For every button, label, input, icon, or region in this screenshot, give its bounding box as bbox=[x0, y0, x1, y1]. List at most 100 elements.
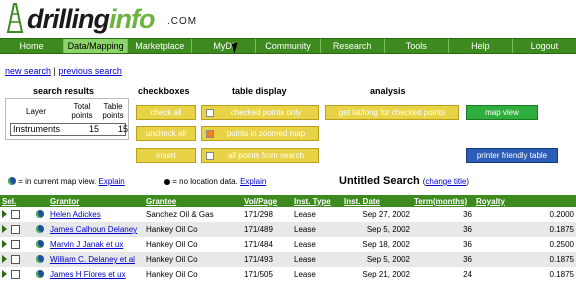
total-points: 15 bbox=[89, 124, 100, 134]
col-term[interactable]: Term(months) bbox=[412, 195, 474, 207]
no-location-dot-icon bbox=[164, 179, 170, 185]
radio-checked-only[interactable] bbox=[206, 109, 214, 117]
volpage-cell: 171/489 bbox=[242, 222, 292, 237]
check-all-button[interactable]: check all bbox=[136, 105, 196, 120]
nav-logout[interactable]: Logout bbox=[513, 39, 576, 53]
row-select-cell bbox=[0, 237, 34, 252]
grantor-link[interactable]: James Calhoun Delaney bbox=[50, 225, 137, 234]
nav-mydi[interactable]: MyDI bbox=[192, 39, 257, 53]
expand-arrow-icon[interactable] bbox=[2, 209, 7, 218]
legend-in-map: = in current map view. Explain bbox=[8, 177, 125, 186]
term-cell: 24 bbox=[412, 267, 474, 282]
legend-no-location: = no location data. Explain bbox=[164, 177, 266, 186]
inst-type-cell: Lease bbox=[292, 252, 342, 267]
results-row: Instruments 15 15 bbox=[10, 123, 129, 136]
expand-arrow-icon[interactable] bbox=[2, 224, 7, 233]
grantee-cell: Hankey Oil Co bbox=[144, 252, 242, 267]
zoomed-map-label: points in zoomed map bbox=[226, 129, 306, 138]
royalty-cell: 0.2000 bbox=[474, 207, 576, 222]
col-table-header: Table points bbox=[102, 102, 124, 120]
nav-help[interactable]: Help bbox=[449, 39, 513, 53]
radio-zoomed-map[interactable] bbox=[206, 130, 214, 138]
printer-friendly-button[interactable]: printer friendly table bbox=[466, 148, 558, 163]
nav-tools[interactable]: Tools bbox=[385, 39, 449, 53]
main-nav: Home Data/Mapping Marketplace MyDI Commu… bbox=[0, 38, 576, 54]
col-inst-type[interactable]: Inst. Type bbox=[292, 195, 342, 207]
col-grantee[interactable]: Grantee bbox=[144, 195, 242, 207]
volpage-cell: 171/484 bbox=[242, 237, 292, 252]
col-royalty[interactable]: Royalty bbox=[474, 195, 576, 207]
site-logo[interactable]: drillinginfo .COM bbox=[0, 0, 576, 38]
zoomed-map-option[interactable]: points in zoomed map bbox=[201, 126, 319, 141]
explain-link-map[interactable]: Explain bbox=[99, 177, 125, 186]
row-globe-cell bbox=[34, 222, 48, 237]
nav-home[interactable]: Home bbox=[0, 39, 65, 53]
checked-only-option[interactable]: checked points only bbox=[201, 105, 319, 120]
grantor-cell: Helen Adickes bbox=[48, 207, 144, 222]
get-latlong-button[interactable]: get lat/long for checked points bbox=[325, 105, 459, 120]
inst-type-cell: Lease bbox=[292, 222, 342, 237]
term-cell: 36 bbox=[412, 237, 474, 252]
globe-icon[interactable] bbox=[36, 255, 44, 263]
royalty-cell: 0.1875 bbox=[474, 267, 576, 282]
col-layer-header: Layer bbox=[26, 107, 47, 116]
grantor-link[interactable]: Marvin J Janak et ux bbox=[50, 240, 123, 249]
volpage-cell: 171/493 bbox=[242, 252, 292, 267]
insert-button[interactable]: insert bbox=[136, 148, 196, 163]
row-checkbox[interactable] bbox=[11, 254, 21, 264]
table-row: Helen Adickes Sanchez Oil & Gas 171/298 Lea… bbox=[0, 207, 576, 222]
expand-arrow-icon[interactable] bbox=[2, 269, 7, 278]
inst-date-cell: Sep 5, 2002 bbox=[342, 222, 412, 237]
row-checkbox[interactable] bbox=[11, 239, 21, 249]
inst-date-cell: Sep 27, 2002 bbox=[342, 207, 412, 222]
explain-link-location[interactable]: Explain bbox=[240, 177, 266, 186]
col-volpage[interactable]: Vol/Page bbox=[242, 195, 292, 207]
expand-arrow-icon[interactable] bbox=[2, 239, 7, 248]
table-row: William C. Delaney et al Hankey Oil Co 171… bbox=[0, 252, 576, 267]
grantor-link[interactable]: Helen Adickes bbox=[50, 210, 101, 219]
new-search-link[interactable]: new search bbox=[5, 66, 51, 76]
row-select-cell bbox=[0, 207, 34, 222]
row-checkbox[interactable] bbox=[11, 224, 21, 234]
col-inst-date[interactable]: Inst. Date bbox=[342, 195, 412, 207]
nav-data-mapping[interactable]: Data/Mapping bbox=[64, 39, 129, 53]
brand-suffix: .COM bbox=[167, 16, 198, 27]
search-results-panel: Layer Total points Table points Instrume… bbox=[5, 98, 129, 140]
nav-research[interactable]: Research bbox=[321, 39, 385, 53]
row-globe-cell bbox=[34, 207, 48, 222]
col-grantor[interactable]: Grantor bbox=[48, 195, 144, 207]
table-row: James Calhoun Delaney Hankey Oil Co 171/48… bbox=[0, 222, 576, 237]
col-sel[interactable]: Sel. bbox=[0, 195, 34, 207]
inst-type-cell: Lease bbox=[292, 207, 342, 222]
oil-rig-icon bbox=[6, 3, 24, 33]
map-view-button[interactable]: map view bbox=[466, 105, 538, 120]
grantor-cell: James H Flores et ux bbox=[48, 267, 144, 282]
nav-marketplace[interactable]: Marketplace bbox=[128, 39, 193, 53]
radio-all-points[interactable] bbox=[206, 152, 214, 160]
search-title: Untitled Search (change title) bbox=[339, 175, 470, 187]
change-title-link[interactable]: change title bbox=[425, 177, 466, 186]
globe-icon[interactable] bbox=[36, 225, 44, 233]
all-points-option[interactable]: all points from search bbox=[201, 148, 319, 163]
results-table: Sel. Grantor Grantee Vol/Page Inst. Type… bbox=[0, 195, 576, 282]
uncheck-all-button[interactable]: uncheck all bbox=[136, 126, 196, 141]
inst-type-cell: Lease bbox=[292, 237, 342, 252]
legend-in-map-text: = in current map view. bbox=[18, 177, 97, 186]
nav-community[interactable]: Community bbox=[256, 39, 321, 53]
globe-icon[interactable] bbox=[36, 240, 44, 248]
globe-icon[interactable] bbox=[36, 270, 44, 278]
table-points: 15 bbox=[118, 124, 129, 134]
royalty-cell: 0.1875 bbox=[474, 222, 576, 237]
row-checkbox[interactable] bbox=[11, 269, 21, 279]
expand-arrow-icon[interactable] bbox=[2, 254, 7, 263]
globe-icon bbox=[8, 177, 16, 185]
previous-search-link[interactable]: previous search bbox=[58, 66, 122, 76]
term-cell: 36 bbox=[412, 207, 474, 222]
inst-date-cell: Sep 21, 2002 bbox=[342, 267, 412, 282]
search-results-heading: search results bbox=[33, 86, 95, 96]
grantor-link[interactable]: James H Flores et ux bbox=[50, 270, 126, 279]
row-checkbox[interactable] bbox=[11, 209, 21, 219]
globe-icon[interactable] bbox=[36, 210, 44, 218]
grantor-link[interactable]: William C. Delaney et al bbox=[50, 255, 135, 264]
layer-name: Instruments bbox=[13, 124, 61, 134]
